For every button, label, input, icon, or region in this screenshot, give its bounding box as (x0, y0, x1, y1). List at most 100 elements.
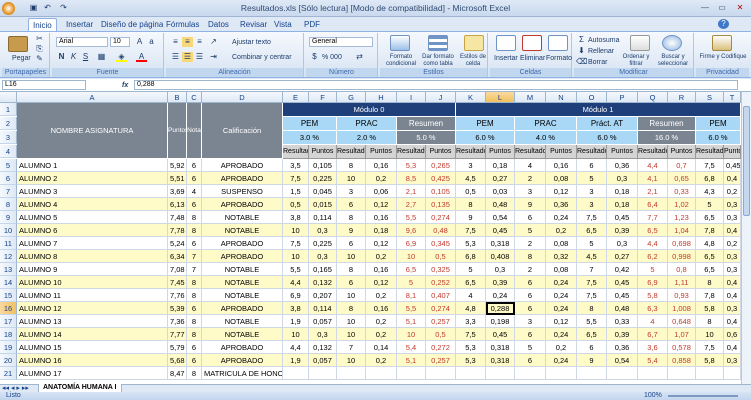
cell-calificacion[interactable]: APROBADO (202, 250, 283, 263)
cell-name[interactable]: ALUMNO 3 (17, 185, 168, 198)
cell-calificacion[interactable]: APROBADO (202, 237, 283, 250)
cell-nota[interactable]: 6 (187, 159, 202, 172)
cell-value[interactable]: 0,207 (309, 289, 337, 302)
column-header[interactable]: L (486, 92, 515, 103)
indent-icon[interactable]: ⇥ (208, 52, 219, 62)
cell-value[interactable]: 0,12 (366, 237, 397, 250)
cell-value[interactable]: 0,03 (486, 185, 515, 198)
cell-name[interactable]: ALUMNO 11 (17, 289, 168, 302)
decimal-icon[interactable]: ⇄ (354, 52, 365, 62)
cell-puntos[interactable]: 5,68 (168, 354, 187, 367)
cell-value[interactable]: 7,5 (456, 224, 486, 237)
cell-calificacion[interactable]: APROBADO (202, 159, 283, 172)
row-header[interactable]: 3 (0, 131, 17, 144)
font-size-dropdown[interactable]: 10 (110, 37, 130, 47)
cell-nota[interactable]: 8 (187, 224, 202, 237)
cell-name[interactable]: ALUMNO 9 (17, 263, 168, 276)
cell-value[interactable]: 0,18 (607, 185, 638, 198)
tab-revisar[interactable]: Revisar (236, 18, 271, 31)
cell-value[interactable]: 0,16 (366, 263, 397, 276)
cell-nota[interactable]: 8 (187, 211, 202, 224)
cell-value[interactable]: 7,5 (577, 276, 607, 289)
row-header[interactable]: 20 (0, 354, 17, 367)
cell-value[interactable]: 0,65 (668, 172, 696, 185)
cell-value[interactable]: 0,105 (309, 159, 337, 172)
cell-value[interactable]: 6,8 (456, 250, 486, 263)
cell-value[interactable]: 7,7 (638, 211, 668, 224)
cell-value[interactable]: 0,16 (546, 159, 577, 172)
cell-value[interactable]: 0,3 (607, 237, 638, 250)
column-header[interactable]: D (202, 92, 283, 103)
cell-styles-icon[interactable] (464, 35, 484, 51)
cell-value[interactable]: 0,16 (366, 211, 397, 224)
cell-value[interactable]: 0,4 (724, 276, 741, 289)
percent-button[interactable]: % 000 (322, 53, 342, 62)
paste-button[interactable]: Pegar (12, 54, 31, 63)
cell-value[interactable] (366, 367, 397, 380)
number-format-dropdown[interactable]: General (309, 37, 373, 47)
cell-value[interactable]: 0,39 (607, 328, 638, 341)
cell-name[interactable]: ALUMNO 4 (17, 198, 168, 211)
cell-nota[interactable]: 6 (187, 302, 202, 315)
row-header[interactable]: 17 (0, 315, 17, 328)
cell-name[interactable]: ALUMNO 2 (17, 172, 168, 185)
help-icon[interactable]: ? (718, 19, 729, 29)
cell-value[interactable]: 5,8 (638, 289, 668, 302)
cell-value[interactable]: 0,16 (366, 302, 397, 315)
align-left-icon[interactable]: ☰ (170, 52, 181, 62)
cell-calificacion[interactable]: NOTABLE (202, 211, 283, 224)
cell-value[interactable]: 0,132 (309, 276, 337, 289)
cell-value[interactable]: 0,698 (668, 237, 696, 250)
cell-name[interactable]: ALUMNO 15 (17, 341, 168, 354)
delete-cells-button[interactable]: Eliminar (520, 54, 545, 63)
sort-filter-icon[interactable] (630, 35, 650, 51)
cell-value[interactable]: 0,272 (426, 341, 456, 354)
cell-value[interactable]: 0,5 (283, 198, 309, 211)
cell-value[interactable]: 0,3 (486, 263, 515, 276)
cell-value[interactable]: 0,425 (426, 172, 456, 185)
cell-value[interactable]: 4,4 (638, 159, 668, 172)
cell-nota[interactable]: 8 (187, 276, 202, 289)
cell-value[interactable]: 9 (337, 224, 366, 237)
cell-value[interactable]: 7,5 (283, 172, 309, 185)
cell-value[interactable]: 5 (515, 224, 546, 237)
cell-value[interactable]: 0,4 (724, 172, 741, 185)
bold-icon[interactable]: N (56, 52, 67, 62)
column-header[interactable]: M (515, 92, 546, 103)
cell-value[interactable]: 10 (696, 328, 724, 341)
cell-value[interactable]: 8 (337, 302, 366, 315)
cell-value[interactable]: 0,54 (486, 211, 515, 224)
cell-calificacion[interactable]: NOTABLE (202, 276, 283, 289)
cell-puntos[interactable]: 7,78 (168, 224, 187, 237)
cell-name[interactable]: ALUMNO 13 (17, 315, 168, 328)
row-header[interactable]: 12 (0, 250, 17, 263)
cell-puntos[interactable]: 3,69 (168, 185, 187, 198)
cell-value[interactable]: 4,5 (577, 250, 607, 263)
cell-puntos[interactable]: 5,51 (168, 172, 187, 185)
cell-value[interactable]: 2,1 (397, 185, 426, 198)
cell-value[interactable]: 5 (397, 276, 426, 289)
row-header[interactable]: 13 (0, 263, 17, 276)
cell-nota[interactable]: 8 (187, 367, 202, 380)
cell-value[interactable]: 0,4 (724, 224, 741, 237)
cell-value[interactable]: 7,5 (577, 289, 607, 302)
cell-value[interactable]: 0,33 (607, 315, 638, 328)
cell-value[interactable]: 0,252 (426, 276, 456, 289)
cell-value[interactable]: 0,2 (366, 250, 397, 263)
cell-value[interactable]: 3,6 (638, 341, 668, 354)
cell-value[interactable]: 0,2 (366, 328, 397, 341)
scroll-thumb[interactable] (743, 106, 750, 216)
cell-value[interactable]: 5 (638, 263, 668, 276)
row-header[interactable]: 18 (0, 328, 17, 341)
cell-value[interactable]: 0,4 (724, 315, 741, 328)
row-header[interactable]: 15 (0, 289, 17, 302)
cell-nota[interactable]: 6 (187, 354, 202, 367)
cell-value[interactable]: 4 (515, 159, 546, 172)
align-middle-icon[interactable]: ≡ (182, 37, 193, 47)
row-header[interactable]: 16 (0, 302, 17, 315)
cell-value[interactable]: 9 (515, 198, 546, 211)
fx-icon[interactable]: fx (122, 81, 128, 90)
cell-value[interactable]: 4 (638, 315, 668, 328)
cell-value[interactable]: 6 (577, 341, 607, 354)
cell-value[interactable]: 0,3 (607, 172, 638, 185)
